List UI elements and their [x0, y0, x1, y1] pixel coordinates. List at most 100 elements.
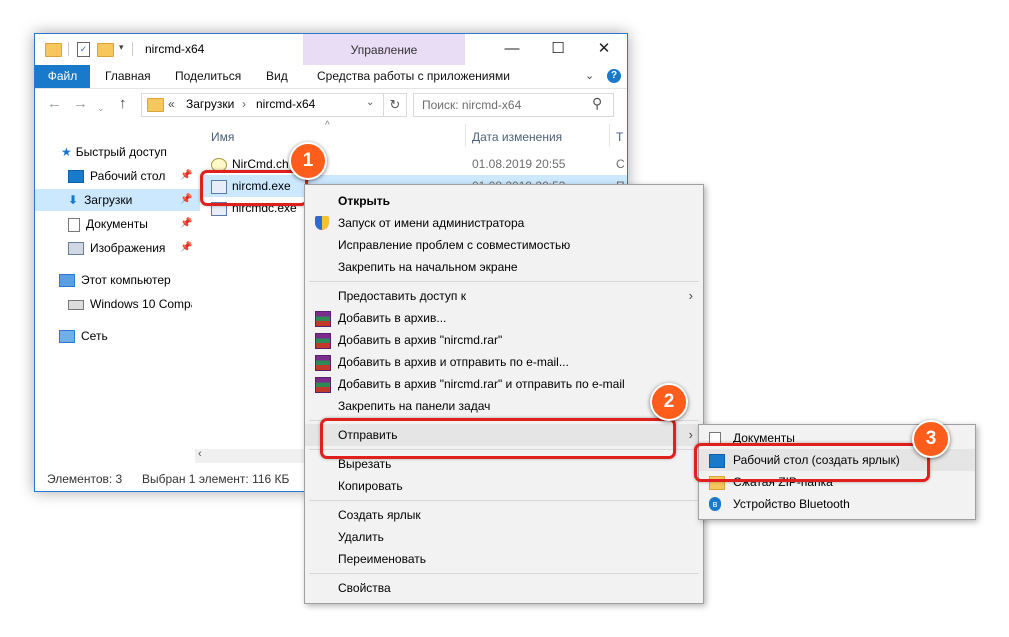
menu-item-archive-email[interactable]: Добавить в архив и отправить по e-mail..… — [305, 351, 703, 373]
nav-desktop[interactable]: Рабочий стол 📌 — [68, 165, 193, 187]
breadcrumb-current[interactable]: nircmd-x64 — [256, 97, 315, 111]
menu-item-pin-start[interactable]: Закрепить на начальном экране — [305, 256, 703, 278]
address-bar[interactable]: « Загрузки › nircmd-x64 ⌄ — [141, 93, 384, 117]
search-input[interactable]: Поиск: nircmd-x64 ⚲ — [413, 93, 614, 117]
address-dropdown-icon[interactable]: ⌄ — [366, 97, 374, 108]
nav-label: Изображения — [90, 241, 166, 255]
breadcrumb-overflow[interactable]: « — [168, 97, 175, 111]
tab-share[interactable]: Поделиться — [175, 65, 241, 88]
nav-label: Этот компьютер — [81, 273, 171, 287]
breadcrumb-downloads[interactable]: Загрузки — [186, 97, 234, 111]
folder-icon — [45, 43, 62, 57]
nav-this-pc[interactable]: Этот компьютер — [59, 269, 171, 291]
menu-label: Свойства — [338, 581, 391, 595]
chevron-right-icon: › — [688, 288, 693, 303]
tab-app-tools[interactable]: Средства работы с приложениями — [317, 65, 510, 88]
help-icon[interactable]: ? — [607, 69, 621, 83]
expand-ribbon-icon[interactable]: ⌄ — [585, 65, 594, 88]
column-date-modified[interactable]: Дата изменения — [472, 130, 562, 144]
menu-item-compat[interactable]: Исправление проблем с совместимостью — [305, 234, 703, 256]
nav-label: Сеть — [81, 329, 108, 343]
nav-downloads[interactable]: ⬇ Загрузки 📌 — [68, 189, 193, 211]
column-divider — [465, 124, 466, 146]
recent-locations-icon[interactable]: ⌄ — [97, 100, 105, 116]
winrar-icon — [315, 333, 331, 349]
menu-item-create-shortcut[interactable]: Создать ярлык — [305, 504, 703, 526]
menu-item-share[interactable]: Предоставить доступ к › — [305, 285, 703, 307]
menu-item-run-as-admin[interactable]: Запуск от имени администратора — [305, 212, 703, 234]
winrar-icon — [315, 311, 331, 327]
tab-home[interactable]: Главная — [105, 65, 151, 88]
scroll-left-icon[interactable]: ‹ — [198, 448, 202, 460]
winrar-icon — [315, 377, 331, 393]
selection-info: Выбран 1 элемент: 116 КБ — [142, 472, 290, 486]
quick-access-dropdown-icon[interactable]: ▾ — [119, 42, 124, 53]
file-name: NirCmd.ch — [232, 157, 289, 171]
horizontal-scrollbar[interactable]: ‹ — [195, 448, 310, 463]
menu-label: Открыть — [338, 194, 391, 208]
new-folder-icon[interactable] — [97, 43, 114, 57]
sort-ascending-icon: ^ — [325, 120, 330, 131]
close-button[interactable]: ✕ — [581, 34, 627, 65]
menu-label: Исправление проблем с совместимостью — [338, 238, 571, 252]
menu-item-copy[interactable]: Копировать — [305, 475, 703, 497]
menu-separator — [309, 500, 699, 501]
step-badge-1: 1 — [289, 142, 327, 180]
menu-label: Закрепить на панели задач — [338, 399, 491, 413]
menu-separator — [309, 573, 699, 574]
nav-documents[interactable]: Документы 📌 — [68, 213, 193, 235]
shield-icon — [315, 216, 329, 230]
menu-item-delete[interactable]: Удалить — [305, 526, 703, 548]
back-arrow-icon[interactable]: ← — [47, 96, 62, 112]
column-name[interactable]: Имя — [211, 130, 234, 144]
nav-network[interactable]: Сеть — [59, 325, 108, 347]
pin-icon[interactable]: 📌 — [180, 189, 192, 211]
column-type[interactable]: Т — [616, 130, 623, 144]
menu-item-pin-taskbar[interactable]: Закрепить на панели задач — [305, 395, 703, 417]
refresh-button[interactable]: ↻ — [383, 93, 407, 117]
pin-icon[interactable]: 📌 — [180, 165, 192, 187]
search-icon[interactable]: ⚲ — [592, 95, 602, 112]
menu-item-properties[interactable]: Свойства — [305, 577, 703, 599]
pin-icon[interactable]: 📌 — [180, 237, 192, 259]
step-badge-3: 3 — [912, 420, 950, 458]
tab-file[interactable]: Файл — [35, 65, 90, 88]
nav-quick-access[interactable]: ★ Быстрый доступ — [61, 141, 167, 163]
tab-manage[interactable]: Управление — [303, 43, 465, 57]
menu-item-rar-email[interactable]: Добавить в архив "nircmd.rar" и отправит… — [305, 373, 703, 395]
nav-label: Быстрый доступ — [75, 145, 167, 159]
nav-label: Документы — [86, 217, 148, 231]
nav-drive[interactable]: Windows 10 Compa — [68, 293, 192, 315]
forward-arrow-icon[interactable]: → — [73, 96, 88, 112]
computer-icon — [59, 274, 75, 288]
highlight-desktop-shortcut — [694, 443, 930, 482]
up-arrow-icon[interactable]: ↑ — [119, 96, 127, 112]
menu-label: Удалить — [338, 530, 384, 544]
nav-pictures[interactable]: Изображения 📌 — [68, 237, 193, 259]
menu-label: Добавить в архив "nircmd.rar" — [338, 333, 503, 347]
divider — [68, 42, 69, 56]
menu-label: Переименовать — [338, 552, 426, 566]
network-icon — [59, 330, 75, 344]
file-type: С — [616, 157, 625, 171]
tab-view[interactable]: Вид — [266, 65, 288, 88]
menu-item-rename[interactable]: Переименовать — [305, 548, 703, 570]
properties-icon[interactable]: ✓ — [77, 42, 90, 57]
divider — [132, 42, 133, 56]
chevron-right-icon: › — [688, 427, 693, 442]
item-count: Элементов: 3 — [47, 472, 123, 486]
pin-icon[interactable]: 📌 — [180, 213, 192, 235]
minimize-button[interactable]: — — [489, 34, 535, 65]
maximize-button[interactable]: ☐ — [535, 34, 581, 65]
menu-label: Закрепить на начальном экране — [338, 260, 518, 274]
menu-item-add-rar[interactable]: Добавить в архив "nircmd.rar" — [305, 329, 703, 351]
bluetooth-icon: ʙ — [709, 497, 721, 511]
nav-label: Рабочий стол — [90, 169, 166, 183]
menu-item-open[interactable]: Открыть — [305, 190, 703, 212]
menu-item-add-archive[interactable]: Добавить в архив... — [305, 307, 703, 329]
submenu-item-bluetooth[interactable]: ʙ Устройство Bluetooth — [699, 493, 975, 515]
menu-label: Добавить в архив... — [338, 311, 447, 325]
menu-label: Запуск от имени администратора — [338, 216, 525, 230]
folder-icon — [147, 98, 164, 112]
pictures-icon — [68, 242, 84, 256]
